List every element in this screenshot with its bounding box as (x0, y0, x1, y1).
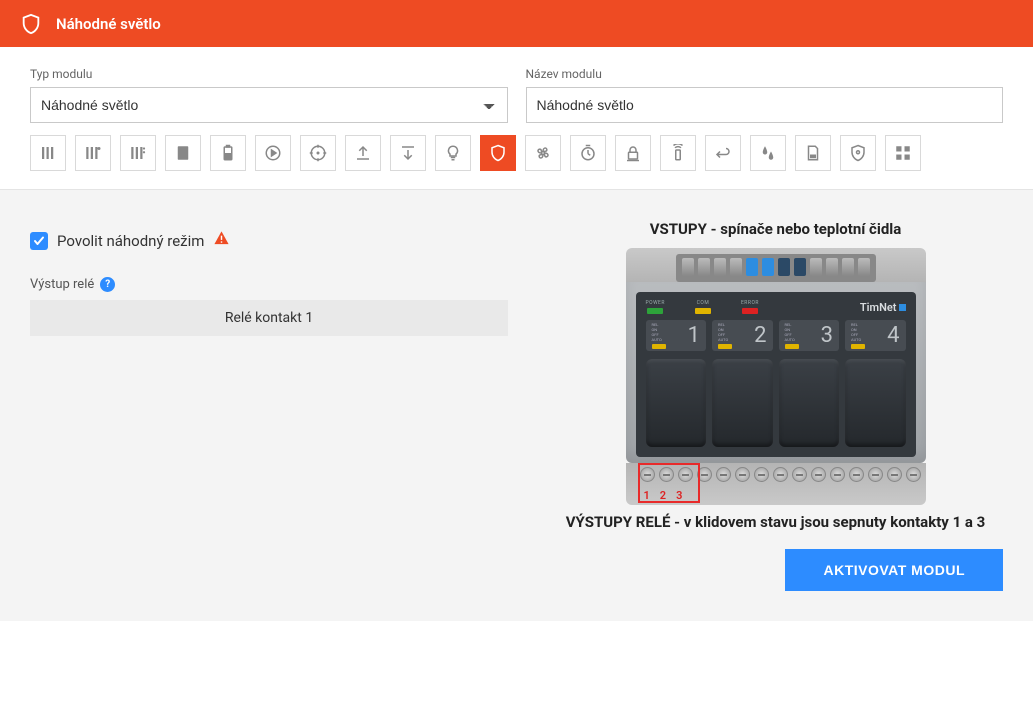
device-illustration: POWERCOMERROR TimNet RELONOFFAUTO1RELONO… (616, 248, 936, 505)
highlight-label-3: 3 (676, 489, 682, 502)
device-led-error: ERROR (741, 300, 759, 314)
device-channel-3: RELONOFFAUTO3 (779, 320, 840, 351)
module-icon-download[interactable] (390, 135, 426, 171)
module-name-input[interactable] (526, 87, 1004, 123)
module-icon-switch[interactable] (705, 135, 741, 171)
module-icon-battery[interactable] (210, 135, 246, 171)
module-name-label: Název modulu (526, 67, 1004, 81)
device-channel-2: RELONOFFAUTO2 (712, 320, 773, 351)
module-icon-play[interactable] (255, 135, 291, 171)
module-icon-bars3[interactable] (120, 135, 156, 171)
config-row: Typ modulu Náhodné světlo Název modulu (0, 47, 1033, 135)
highlight-label-1: 1 (644, 489, 650, 502)
module-icon-shield[interactable] (480, 135, 516, 171)
device-channel-1: RELONOFFAUTO1 (646, 320, 707, 351)
module-icon-lock[interactable] (615, 135, 651, 171)
inputs-title: VSTUPY - spínače nebo teplotní čidla (650, 220, 902, 238)
module-icon-drops[interactable] (750, 135, 786, 171)
module-icon-panel[interactable] (165, 135, 201, 171)
outputs-title: VÝSTUPY RELÉ - v klidovem stavu jsou sep… (566, 513, 986, 531)
device-led-com: COM (695, 300, 711, 314)
module-icon-target[interactable] (300, 135, 336, 171)
module-icon-remote[interactable] (660, 135, 696, 171)
module-icon-doc[interactable] (795, 135, 831, 171)
module-type-label: Typ modulu (30, 67, 508, 81)
page-header: Náhodné světlo (0, 0, 1033, 47)
device-led-power: POWER (646, 300, 665, 314)
module-icon-bulb[interactable] (435, 135, 471, 171)
activate-module-button[interactable]: AKTIVOVAT MODUL (785, 549, 1003, 591)
main-area: Povolit náhodný režim Výstup relé ? Relé… (0, 189, 1033, 549)
module-icon-upload[interactable] (345, 135, 381, 171)
enable-random-label: Povolit náhodný režim (57, 232, 204, 250)
device-channel-4: RELONOFFAUTO4 (845, 320, 906, 351)
highlight-label-2: 2 (660, 489, 666, 502)
page-title: Náhodné světlo (56, 15, 161, 33)
enable-random-checkbox[interactable] (30, 232, 48, 250)
module-icon-bars2[interactable] (75, 135, 111, 171)
module-icon-fan[interactable] (525, 135, 561, 171)
device-brand: TimNet (860, 301, 897, 314)
module-icon-clock[interactable] (570, 135, 606, 171)
help-icon[interactable]: ? (100, 277, 115, 292)
module-icon-tray (0, 135, 1033, 189)
shield-icon (20, 13, 42, 35)
warning-icon (213, 230, 230, 251)
relay-output-label: Výstup relé (30, 277, 94, 292)
module-type-select[interactable]: Náhodné světlo (30, 87, 508, 123)
module-icon-shield2[interactable] (840, 135, 876, 171)
module-icon-grid[interactable] (885, 135, 921, 171)
module-icon-bars1[interactable] (30, 135, 66, 171)
relay-output-slot[interactable]: Relé kontakt 1 (30, 300, 508, 336)
